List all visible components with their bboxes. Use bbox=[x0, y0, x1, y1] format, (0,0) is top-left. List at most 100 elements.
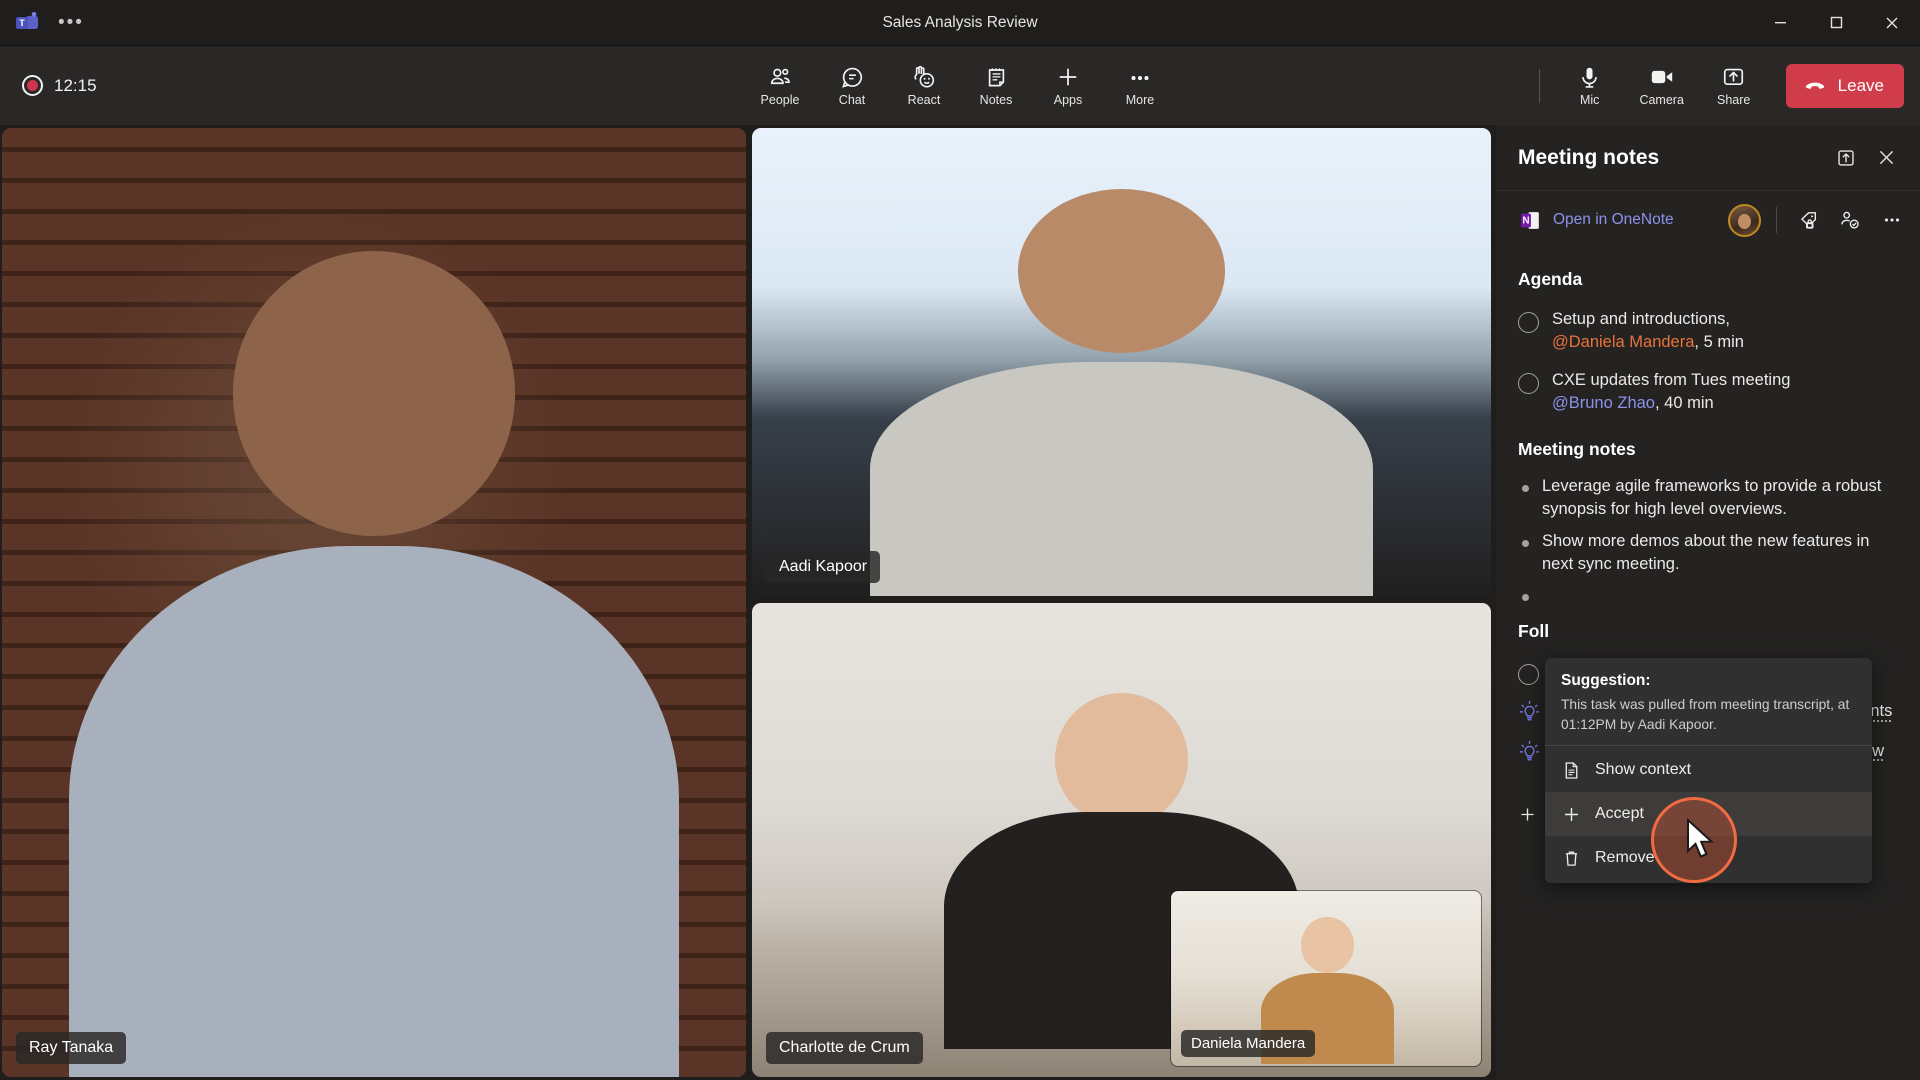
avatar[interactable] bbox=[1728, 204, 1761, 237]
open-in-onenote-link[interactable]: Open in OneNote bbox=[1553, 211, 1718, 229]
record-dot-icon bbox=[22, 75, 43, 96]
video-tile-ray-tanaka[interactable]: Ray Tanaka bbox=[2, 128, 746, 1077]
svg-text:T: T bbox=[19, 18, 25, 28]
meeting-notes-panel: Meeting notes N Open i bbox=[1496, 125, 1920, 1080]
checkbox-circle-icon[interactable] bbox=[1518, 312, 1539, 333]
popup-divider bbox=[1545, 745, 1872, 746]
window-overflow-menu[interactable]: ••• bbox=[58, 18, 84, 28]
minimize-icon[interactable] bbox=[1752, 0, 1808, 45]
camera-icon bbox=[1649, 64, 1675, 90]
panel-close-icon[interactable] bbox=[1866, 138, 1906, 178]
toolbar-right-group: Mic Camera Share bbox=[1525, 46, 1904, 126]
leave-label: Leave bbox=[1838, 76, 1884, 96]
meeting-notes-heading: Meeting notes bbox=[1518, 439, 1920, 460]
toolbar-item-react[interactable]: React bbox=[894, 55, 954, 117]
toolbar-label-share: Share bbox=[1717, 93, 1750, 107]
teams-logo-icon: T bbox=[14, 10, 40, 36]
checkbox-circle-icon[interactable] bbox=[1518, 373, 1539, 394]
toolbar-item-mic[interactable]: Mic bbox=[1560, 55, 1620, 117]
maximize-icon[interactable] bbox=[1808, 0, 1864, 45]
agenda-item[interactable]: CXE updates from Tues meeting @Bruno Zha… bbox=[1496, 362, 1920, 423]
video-tile-charlotte-de-crum[interactable]: Charlotte de Crum Daniela Mandera bbox=[752, 603, 1491, 1077]
close-icon[interactable] bbox=[1864, 0, 1920, 45]
hangup-icon bbox=[1803, 74, 1827, 98]
toolbar-label-people: People bbox=[761, 93, 800, 107]
sensitivity-lock-icon[interactable] bbox=[1792, 204, 1824, 236]
trash-icon bbox=[1561, 848, 1582, 869]
video-stage: Ray Tanaka Aadi Kapoor Charlotte de Crum… bbox=[0, 125, 1496, 1080]
participant-name-badge: Daniela Mandera bbox=[1181, 1030, 1315, 1057]
toolbar-item-camera[interactable]: Camera bbox=[1632, 55, 1692, 117]
participant-silhouette-head bbox=[1301, 917, 1354, 973]
toolbar-item-share[interactable]: Share bbox=[1704, 55, 1764, 117]
suggestion-popup: Suggestion: This task was pulled from me… bbox=[1545, 658, 1872, 883]
meeting-toolbar: 12:15 People bbox=[0, 45, 1920, 125]
svg-text:N: N bbox=[1522, 215, 1529, 226]
lightbulb-icon bbox=[1518, 740, 1541, 763]
participant-silhouette-body bbox=[870, 362, 1373, 596]
accept-label: Accept bbox=[1595, 805, 1644, 823]
lightbulb-icon bbox=[1518, 700, 1541, 723]
agenda-item-text: CXE updates from Tues meeting @Bruno Zha… bbox=[1552, 369, 1790, 416]
participant-name-badge: Aadi Kapoor bbox=[766, 551, 880, 583]
checkbox-circle-icon[interactable] bbox=[1518, 664, 1539, 685]
participant-name-badge: Ray Tanaka bbox=[16, 1032, 126, 1064]
microphone-icon bbox=[1577, 64, 1602, 90]
video-feed-main bbox=[2, 128, 746, 1077]
toolbar-label-chat: Chat bbox=[839, 93, 865, 107]
window-controls bbox=[1752, 0, 1920, 45]
bullet-icon bbox=[1522, 485, 1529, 492]
more-ellipsis-icon bbox=[1127, 64, 1153, 90]
agenda-item-title: Setup and introductions, bbox=[1552, 310, 1730, 328]
show-context-label: Show context bbox=[1595, 761, 1691, 779]
agenda-heading: Agenda bbox=[1518, 269, 1920, 290]
bullet-icon bbox=[1522, 594, 1529, 601]
panel-subheader: N Open in OneNote bbox=[1496, 191, 1920, 249]
toolbar-center-group: People Chat bbox=[744, 46, 1176, 126]
video-tile-daniela-mandera-pip[interactable]: Daniela Mandera bbox=[1171, 891, 1481, 1066]
toolbar-label-apps: Apps bbox=[1054, 93, 1083, 107]
toolbar-label-camera: Camera bbox=[1639, 93, 1683, 107]
participant-silhouette-body bbox=[69, 546, 679, 1077]
people-icon bbox=[768, 64, 793, 90]
panel-header: Meeting notes bbox=[1496, 125, 1920, 191]
note-list-item[interactable] bbox=[1496, 580, 1920, 605]
participant-silhouette-head bbox=[1055, 693, 1188, 826]
note-text: Leverage agile frameworks to provide a r… bbox=[1542, 475, 1894, 522]
agenda-item[interactable]: Setup and introductions, @Daniela Mander… bbox=[1496, 301, 1920, 362]
leave-button[interactable]: Leave bbox=[1786, 64, 1904, 108]
toolbar-item-apps[interactable]: Apps bbox=[1038, 55, 1098, 117]
subheader-divider bbox=[1776, 207, 1777, 233]
agenda-item-duration: , 40 min bbox=[1655, 394, 1714, 412]
notes-icon bbox=[984, 64, 1009, 90]
panel-more-icon[interactable] bbox=[1876, 204, 1908, 236]
popout-icon[interactable] bbox=[1826, 138, 1866, 178]
agenda-item-duration: , 5 min bbox=[1694, 333, 1744, 351]
toolbar-item-chat[interactable]: Chat bbox=[822, 55, 882, 117]
toolbar-item-notes[interactable]: Notes bbox=[966, 55, 1026, 117]
recording-indicator: 12:15 bbox=[22, 75, 97, 96]
teams-meeting-window: T ••• Sales Analysis Review 12:15 bbox=[0, 0, 1920, 1080]
note-list-item[interactable]: Show more demos about the new features i… bbox=[1496, 526, 1920, 581]
share-people-icon[interactable] bbox=[1834, 204, 1866, 236]
note-list-item[interactable]: Leverage agile frameworks to provide a r… bbox=[1496, 471, 1920, 526]
toolbar-divider bbox=[1539, 69, 1540, 103]
apps-plus-icon bbox=[1055, 64, 1081, 90]
toolbar-item-more[interactable]: More bbox=[1110, 55, 1170, 117]
agenda-item-mention[interactable]: @Bruno Zhao bbox=[1552, 394, 1655, 412]
suggestion-title: Suggestion: bbox=[1545, 669, 1872, 692]
share-upload-icon bbox=[1721, 64, 1746, 90]
toolbar-label-mic: Mic bbox=[1580, 93, 1599, 107]
toolbar-item-people[interactable]: People bbox=[750, 55, 810, 117]
chat-icon bbox=[840, 64, 865, 90]
agenda-item-mention[interactable]: @Daniela Mandera bbox=[1552, 333, 1694, 351]
show-context-menu-item[interactable]: Show context bbox=[1545, 748, 1872, 792]
document-icon bbox=[1561, 760, 1582, 781]
participant-name-badge: Charlotte de Crum bbox=[766, 1032, 923, 1064]
remove-menu-item[interactable]: Remove bbox=[1545, 836, 1872, 880]
accept-menu-item[interactable]: Accept bbox=[1545, 792, 1872, 836]
meeting-timer: 12:15 bbox=[54, 76, 97, 96]
window-title: Sales Analysis Review bbox=[0, 14, 1920, 32]
video-tile-aadi-kapoor[interactable]: Aadi Kapoor bbox=[752, 128, 1491, 596]
toolbar-label-more: More bbox=[1126, 93, 1154, 107]
